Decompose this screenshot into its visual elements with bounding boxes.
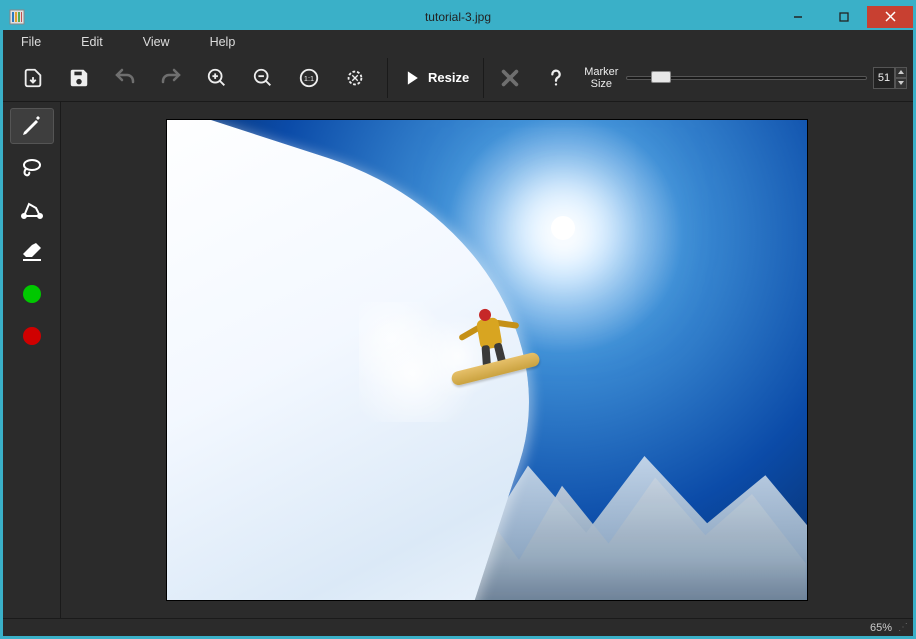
resize-label: Resize (428, 70, 469, 85)
spinner-down[interactable] (895, 78, 907, 89)
svg-text:1:1: 1:1 (304, 73, 314, 82)
marker-size-slider[interactable] (626, 76, 867, 80)
app-icon (9, 9, 25, 25)
zoom-actual-button[interactable]: 1:1 (291, 60, 327, 96)
minimize-button[interactable] (775, 6, 821, 28)
cancel-button[interactable] (492, 60, 528, 96)
zoom-out-button[interactable] (245, 60, 281, 96)
marker-size-input[interactable] (873, 67, 895, 89)
close-button[interactable] (867, 6, 913, 28)
foreground-color[interactable] (10, 276, 54, 312)
save-button[interactable] (61, 60, 97, 96)
zoom-level: 65% (870, 622, 892, 634)
marker-size-label: Marker Size (584, 66, 618, 90)
spinner-up[interactable] (895, 67, 907, 78)
menu-edit[interactable]: Edit (81, 35, 103, 49)
window-title: tutorial-3.jpg (425, 10, 491, 24)
side-toolbar (3, 102, 61, 618)
foreground-color-swatch (23, 285, 41, 303)
eraser-tool[interactable] (10, 234, 54, 270)
maximize-button[interactable] (821, 6, 867, 28)
menu-view[interactable]: View (143, 35, 170, 49)
polygon-tool[interactable] (10, 192, 54, 228)
toolbar: 1:1 Resize Marker Size (3, 54, 913, 102)
menu-file[interactable]: File (21, 35, 41, 49)
menu-help[interactable]: Help (210, 35, 236, 49)
marker-size-spinner[interactable] (873, 67, 907, 89)
canvas-area[interactable] (61, 102, 913, 618)
zoom-in-button[interactable] (199, 60, 235, 96)
background-color[interactable] (10, 318, 54, 354)
titlebar: tutorial-3.jpg (3, 3, 913, 30)
menubar: File Edit View Help (3, 30, 913, 54)
statusbar: 65% ⋰ (3, 618, 913, 636)
help-button[interactable] (538, 60, 574, 96)
zoom-fit-button[interactable] (337, 60, 373, 96)
undo-button[interactable] (107, 60, 143, 96)
open-button[interactable] (15, 60, 51, 96)
image-canvas[interactable] (167, 120, 807, 600)
lasso-tool[interactable] (10, 150, 54, 186)
resize-grip[interactable]: ⋰ (898, 622, 907, 633)
background-color-swatch (23, 327, 41, 345)
marker-tool[interactable] (10, 108, 54, 144)
resize-button[interactable]: Resize (396, 60, 479, 96)
redo-button[interactable] (153, 60, 189, 96)
